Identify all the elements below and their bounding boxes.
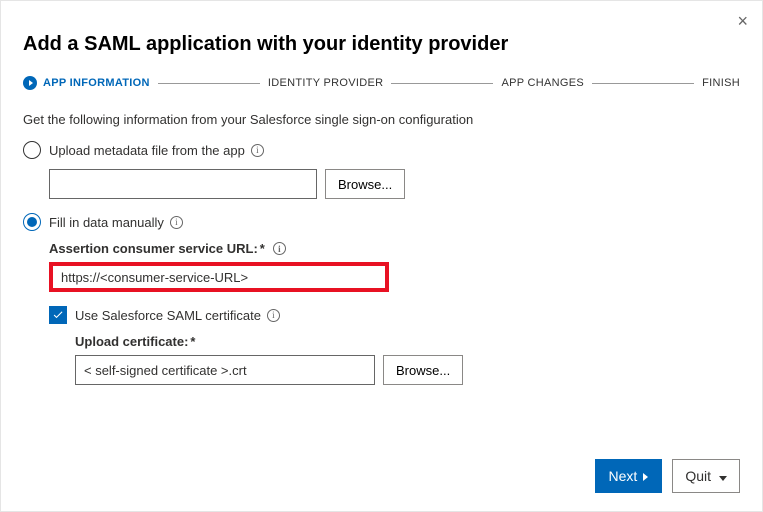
radio-icon [23, 141, 41, 159]
step-label: IDENTITY PROVIDER [268, 77, 384, 89]
acs-url-input[interactable] [49, 262, 389, 292]
dialog-title: Add a SAML application with your identit… [23, 33, 740, 56]
step-app-information: APP INFORMATION [23, 76, 150, 90]
info-icon[interactable]: i [267, 309, 280, 322]
dialog: × Add a SAML application with your ident… [0, 0, 763, 512]
info-icon[interactable]: i [251, 144, 264, 157]
cert-browse-button[interactable]: Browse... [383, 355, 463, 385]
manual-section: Assertion consumer service URL: * i Use … [23, 241, 740, 385]
step-finish: FINISH [702, 77, 740, 89]
metadata-browse-button[interactable]: Browse... [325, 169, 405, 199]
step-label: APP INFORMATION [43, 77, 150, 89]
checkbox-label: Use Salesforce SAML certificate [75, 308, 261, 323]
checkbox-icon [49, 306, 67, 324]
radio-upload-metadata[interactable]: Upload metadata file from the app i [23, 141, 740, 159]
chevron-right-icon [641, 468, 648, 484]
info-icon[interactable]: i [170, 216, 183, 229]
required-mark: * [190, 334, 195, 349]
wizard-stepper: APP INFORMATION IDENTITY PROVIDER APP CH… [23, 76, 740, 90]
button-label: Next [609, 468, 638, 484]
step-divider [158, 83, 260, 84]
step-label: FINISH [702, 77, 740, 89]
metadata-file-input[interactable] [49, 169, 317, 199]
radio-icon [23, 213, 41, 231]
close-icon[interactable]: × [737, 11, 748, 32]
acs-url-label: Assertion consumer service URL: * i [49, 241, 740, 256]
step-label: APP CHANGES [501, 77, 584, 89]
required-mark: * [260, 241, 265, 256]
info-icon[interactable]: i [273, 242, 286, 255]
intro-text: Get the following information from your … [23, 112, 740, 127]
quit-button[interactable]: Quit [672, 459, 740, 493]
radio-label: Upload metadata file from the app [49, 143, 245, 158]
checkbox-use-sf-cert[interactable]: Use Salesforce SAML certificate i [49, 306, 740, 324]
dialog-footer: Next Quit [595, 459, 740, 493]
button-label: Quit [685, 468, 711, 484]
label-text: Assertion consumer service URL: [49, 241, 258, 256]
step-identity-provider: IDENTITY PROVIDER [268, 77, 384, 89]
chevron-down-icon [717, 468, 727, 484]
cert-file-input[interactable] [75, 355, 375, 385]
step-app-changes: APP CHANGES [501, 77, 584, 89]
radio-label: Fill in data manually [49, 215, 164, 230]
metadata-file-row: Browse... [49, 169, 740, 199]
step-divider [592, 83, 694, 84]
step-divider [391, 83, 493, 84]
radio-fill-manually[interactable]: Fill in data manually i [23, 213, 740, 231]
cert-file-row: Browse... [75, 355, 740, 385]
label-text: Upload certificate: [75, 334, 188, 349]
play-icon [23, 76, 37, 90]
upload-cert-section: Upload certificate: * Browse... [49, 334, 740, 385]
upload-cert-label: Upload certificate: * [75, 334, 740, 349]
next-button[interactable]: Next [595, 459, 663, 493]
